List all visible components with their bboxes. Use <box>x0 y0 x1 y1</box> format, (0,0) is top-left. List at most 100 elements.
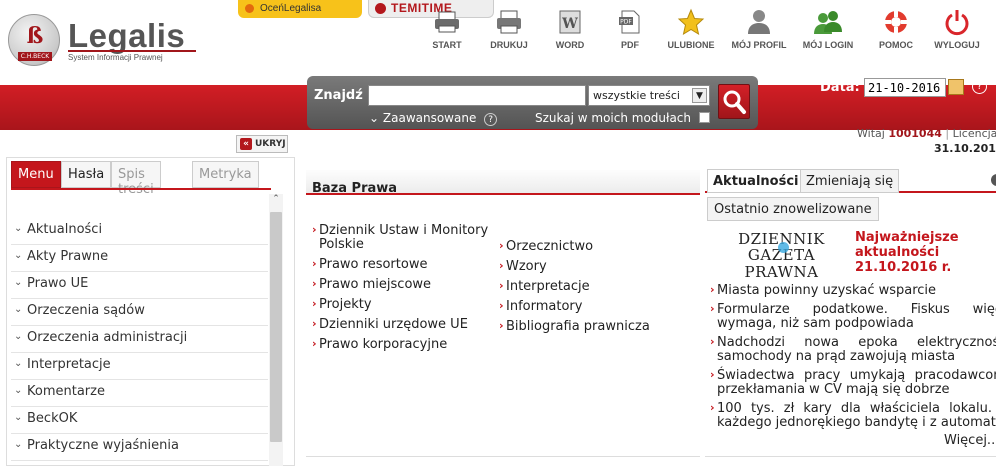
dgp-dot-icon <box>778 242 789 253</box>
date-input[interactable] <box>864 78 946 97</box>
advanced-label: Zaawansowane <box>382 111 477 125</box>
print-button[interactable]: DRUKUJ <box>477 6 541 56</box>
tab-hasla[interactable]: Hasła <box>61 161 112 188</box>
help-label: POMOC <box>878 40 913 50</box>
help-icon[interactable]: ? <box>484 113 498 126</box>
pdf-icon: PDF <box>619 10 640 34</box>
menu-item-praktyczne-wyjasnienia[interactable]: ⌄ Praktyczne wyjaśnienia <box>11 434 268 461</box>
panel-divider <box>705 456 996 457</box>
panel-divider <box>306 456 700 457</box>
link-projekty[interactable]: Projekty <box>312 297 492 312</box>
licence-label: Licencja: <box>952 127 996 140</box>
link-dziennik-ustaw[interactable]: Dziennik Ustaw i Monitory Polskie <box>312 223 492 252</box>
menu-item-komentarze[interactable]: ⌄ Komentarze <box>11 380 268 407</box>
tab-metryka[interactable]: Metryka <box>192 161 259 188</box>
my-modules-checkbox[interactable] <box>698 112 710 123</box>
tab-aktualnosci[interactable]: Aktualności <box>707 169 805 193</box>
menu-item-interpretacje[interactable]: ⌄ Interpretacje <box>11 353 268 380</box>
logo-underline <box>68 50 196 52</box>
link-orzecznictwo[interactable]: Orzecznictwo <box>499 239 699 254</box>
tab-ostatnio-znowelizowane[interactable]: Ostatnio znowelizowane <box>707 197 879 221</box>
my-login-label: MÓJ LOGIN <box>802 40 854 50</box>
chevron-down-icon: ⌄ <box>14 304 23 315</box>
favourites-label: ULUBIONE <box>667 40 715 50</box>
link-interpretacje[interactable]: Interpretacje <box>499 279 699 294</box>
news-item[interactable]: Nadchodzi nowa epoka elektryczności samo… <box>710 335 996 364</box>
tab-zmieniaja-sie[interactable]: Zmieniają się <box>800 169 900 193</box>
my-profile-button[interactable]: MÓJ PROFIL <box>727 6 791 56</box>
tab-spis-tresci[interactable]: Spis treści <box>111 161 161 197</box>
date-label: Data: <box>820 80 860 95</box>
lifebuoy-icon <box>885 11 907 33</box>
news-item[interactable]: 100 tys. zł kary dla właściciela lokalu.… <box>710 401 996 430</box>
news-item[interactable]: Świadectwa pracy umykają pracodawcom. pr… <box>710 368 996 397</box>
chevron-down-icon: ⌄ <box>14 439 23 450</box>
help-icon[interactable]: ? <box>972 79 987 94</box>
pdf-button[interactable]: PDF PDF <box>598 6 662 56</box>
news-list: Miasta powinny uzyskać wsparcie Formular… <box>710 283 996 435</box>
menu-item-orzeczenia-sadow[interactable]: ⌄ Orzeczenia sądów <box>11 299 268 326</box>
link-dzienniki-urzedowe-ue[interactable]: Dzienniki urzędowe UE <box>312 317 492 332</box>
link-prawo-resortowe[interactable]: Prawo resortowe <box>312 257 492 272</box>
search-icon <box>723 90 746 114</box>
start-button[interactable]: START <box>415 6 479 56</box>
hide-label: UKRYJ <box>255 139 286 149</box>
word-icon: W <box>559 10 581 34</box>
chevron-down-icon: ⌄ <box>14 223 23 234</box>
news-headline[interactable]: Najważniejsze aktualności 21.10.2016 r. <box>855 230 996 275</box>
menu-item-label: Orzeczenia administracji <box>27 330 188 345</box>
news-item[interactable]: Formularze podatkowe. Fiskus więce wymag… <box>710 302 996 331</box>
menu-item-label: Akty Prawne <box>27 249 109 264</box>
chevron-down-icon: ▼ <box>692 88 707 103</box>
menu-item-label: Interpretacje <box>27 357 111 372</box>
calendar-icon[interactable] <box>948 79 964 95</box>
menu-item-beckok[interactable]: ⌄ BeckOK <box>11 407 268 434</box>
chevron-down-icon: ⌄ <box>14 250 23 261</box>
link-prawo-miejscowe[interactable]: Prawo miejscowe <box>312 277 492 292</box>
ocen-legalis-tab[interactable]: OceńLegalisa <box>238 0 362 18</box>
menu-item-akty-prawne[interactable]: ⌄ Akty Prawne <box>11 245 268 272</box>
menu-scrollbar[interactable]: ⌃ <box>269 194 283 466</box>
printer-start-icon <box>435 11 459 33</box>
link-prawo-korporacyjne[interactable]: Prawo korporacyjne <box>312 337 492 352</box>
chevron-down-icon: ⌄ <box>14 277 23 288</box>
welcome-text: Witaj 1001044 | Licencja: <box>857 127 996 140</box>
search-label: Znajdź <box>314 88 363 103</box>
favourites-button[interactable]: ULUBIONE <box>659 6 723 56</box>
search-input[interactable] <box>368 85 586 106</box>
search-scope-select[interactable]: wszystkie treści ▼ <box>588 85 710 106</box>
link-wzory[interactable]: Wzory <box>499 259 699 274</box>
users-icon <box>814 11 842 34</box>
scrollbar-thumb[interactable] <box>270 212 282 442</box>
advanced-search-toggle[interactable]: ⌄ Zaawansowane ? <box>369 111 498 126</box>
chevron-up-icon[interactable]: ⌃ <box>269 194 283 208</box>
menu-item-label: Komentarze <box>27 384 105 399</box>
link-bibliografia-prawnicza[interactable]: Bibliografia prawnicza <box>499 319 699 334</box>
chevron-down-icon: ⌄ <box>14 385 23 396</box>
menu-item-orzeczenia-administracji[interactable]: ⌄ Orzeczenia administracji <box>11 326 268 353</box>
link-informatory[interactable]: Informatory <box>499 299 699 314</box>
menu-item-prawo-ue[interactable]: ⌄ Prawo UE <box>11 272 268 299</box>
chevron-down-icon: ⌄ <box>14 331 23 342</box>
search-button[interactable] <box>718 84 750 119</box>
my-modules-option: Szukaj w moich modułach <box>535 111 710 125</box>
logout-button[interactable]: WYLOGUJ <box>925 6 989 56</box>
help-button[interactable]: POMOC <box>864 6 928 56</box>
user-id: 1001044 <box>888 127 942 140</box>
menu-item-label: Orzeczenia sądów <box>27 303 145 318</box>
collapse-icon[interactable] <box>991 174 996 186</box>
chevron-down-icon: ⌄ <box>369 111 380 125</box>
word-button[interactable]: W WORD <box>538 6 602 56</box>
beck-seal-logo: ß C.H.BECK <box>8 14 60 66</box>
pdf-label: PDF <box>621 40 639 50</box>
more-news-link[interactable]: Więcej... <box>944 433 996 448</box>
user-icon <box>748 10 770 34</box>
news-item[interactable]: Miasta powinny uzyskać wsparcie <box>710 283 996 298</box>
my-login-button[interactable]: MÓJ LOGIN <box>796 6 860 56</box>
hide-panel-button[interactable]: « UKRYJ <box>236 135 288 153</box>
printer-icon <box>497 10 521 34</box>
tabs-underline <box>11 188 271 190</box>
menu-item-aktualnosci[interactable]: ⌄ Aktualności <box>11 218 268 245</box>
tab-menu[interactable]: Menu <box>11 161 61 188</box>
menu-item-label: BeckOK <box>27 411 78 426</box>
